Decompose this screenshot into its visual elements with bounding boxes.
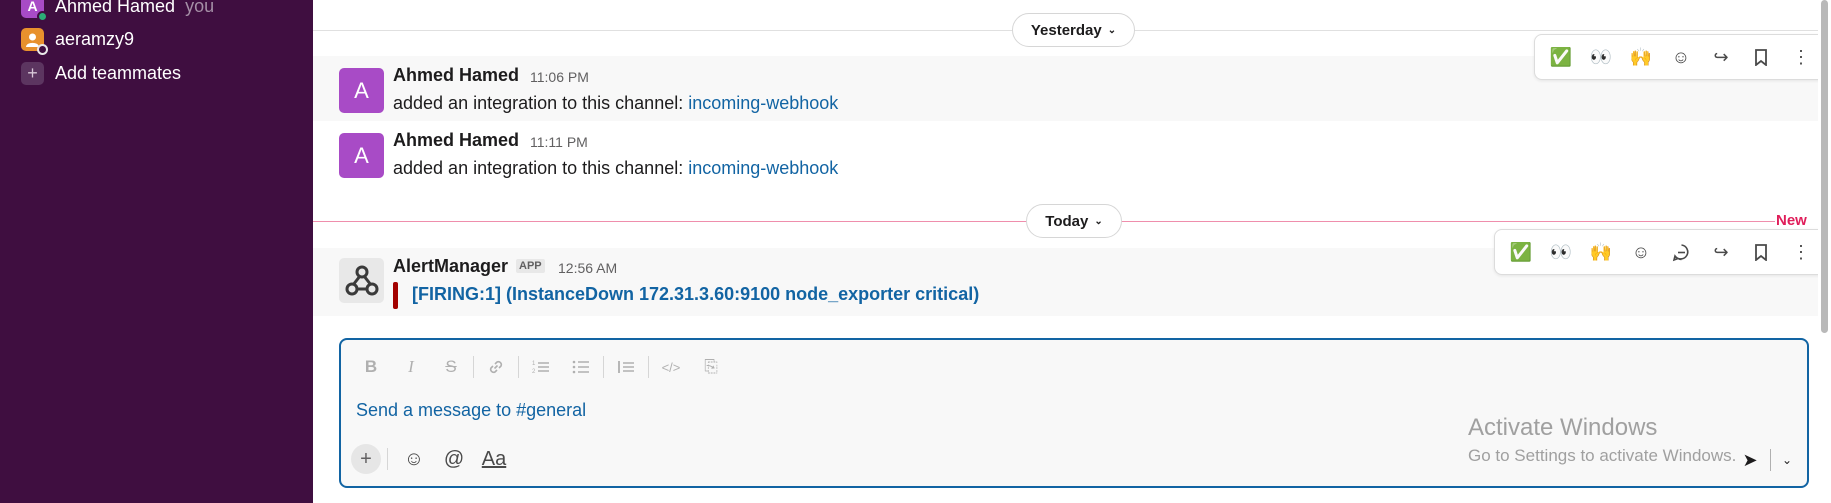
message-item[interactable]: AlertManager APP 12:56 AM [FIRING:1] (In… (313, 229, 1828, 316)
bookmark-icon[interactable] (1741, 234, 1781, 270)
svg-text:1: 1 (532, 361, 536, 367)
message-input[interactable] (356, 400, 1256, 421)
reply-in-thread-icon[interactable] (1661, 234, 1701, 270)
italic-icon[interactable]: I (391, 352, 431, 382)
member-name: aeramzy9 (55, 28, 135, 49)
blockquote-icon[interactable] (606, 352, 646, 382)
chevron-down-icon: ⌄ (1107, 24, 1117, 36)
message-text: added an integration to this channel: in… (393, 158, 838, 179)
avatar-initial: A (27, 0, 38, 14)
date-label: Yesterday (1030, 21, 1102, 39)
more-actions-icon[interactable]: ⋮ (1781, 39, 1821, 75)
avatar: A (21, 0, 48, 22)
away-status-icon (37, 43, 48, 55)
sidebar: A Ahmed Hamed you aeramzy9 + Add teammat… (0, 0, 313, 503)
plus-icon: + (21, 61, 44, 85)
composer-actions: + ☺ @ Aa (351, 442, 514, 476)
add-reaction-icon[interactable]: ☺ (1661, 39, 1701, 75)
bookmark-glyph (1755, 243, 1767, 261)
alert-color-bar (393, 282, 398, 309)
message-body: added an integration to this channel: (393, 93, 689, 113)
bookmark-glyph (1755, 48, 1767, 66)
forward-icon[interactable]: ↪ (1701, 234, 1741, 270)
message-author[interactable]: Ahmed Hamed (393, 65, 519, 86)
mention-icon[interactable]: @ (434, 444, 474, 474)
new-messages-label: New (1776, 212, 1807, 229)
thread-glyph (1672, 243, 1688, 261)
add-teammates-button[interactable]: + Add teammates (21, 59, 181, 87)
toolbar-divider (603, 356, 604, 378)
message-timestamp[interactable]: 12:56 AM (558, 260, 617, 276)
send-controls: ➤ ⌄ (1734, 446, 1799, 474)
avatar[interactable]: A (339, 133, 384, 178)
online-status-icon (37, 10, 48, 22)
app-badge: APP (516, 259, 545, 273)
bulleted-list-glyph (572, 360, 589, 374)
message-item[interactable]: A Ahmed Hamed 11:11 PM added an integrat… (313, 121, 1818, 186)
blockquote-glyph (618, 361, 634, 373)
integration-link[interactable]: incoming-webhook (688, 158, 838, 178)
composer-divider (387, 448, 388, 470)
message-item[interactable]: A Ahmed Hamed 11:06 PM added an integrat… (313, 34, 1828, 121)
formatting-toolbar: B I S 12 </> ⎘ (351, 352, 731, 382)
svg-text:2: 2 (532, 369, 536, 375)
ordered-list-icon[interactable]: 12 (521, 352, 561, 382)
add-reaction-icon[interactable]: ☺ (1621, 234, 1661, 270)
message-author[interactable]: AlertManager (393, 256, 508, 277)
message-scrollbar[interactable] (1818, 0, 1831, 503)
avatar[interactable]: A (339, 68, 384, 113)
scrollbar-thumb[interactable] (1821, 0, 1828, 333)
webhook-icon (345, 265, 378, 295)
eyes-reaction-icon[interactable]: 👀 (1541, 234, 1581, 270)
member-name: Ahmed Hamed (55, 0, 176, 16)
message-text: added an integration to this channel: in… (393, 93, 838, 114)
raised-hands-reaction-icon[interactable]: 🙌 (1621, 39, 1661, 75)
user-icon (26, 33, 39, 47)
send-options-chevron-icon[interactable]: ⌄ (1775, 446, 1799, 474)
raised-hands-reaction-icon[interactable]: 🙌 (1581, 234, 1621, 270)
message-timestamp[interactable]: 11:06 PM (530, 69, 589, 85)
toolbar-divider (648, 356, 649, 378)
code-block-icon[interactable]: ⎘ (691, 352, 731, 382)
toolbar-divider (473, 356, 474, 378)
message-author[interactable]: Ahmed Hamed (393, 130, 519, 151)
you-label: you (185, 0, 215, 16)
more-actions-icon[interactable]: ⋮ (1781, 234, 1821, 270)
date-divider-yesterday[interactable]: Yesterday ⌄ (1012, 13, 1135, 47)
message-actions-toolbar: ✅ 👀 🙌 ☺ ↪ ⋮ (1534, 34, 1828, 80)
code-icon[interactable]: </> (651, 352, 691, 382)
bulleted-list-icon[interactable] (561, 352, 601, 382)
ordered-list-glyph: 12 (532, 361, 549, 375)
date-divider-today[interactable]: Today ⌄ (1026, 204, 1122, 238)
forward-icon[interactable]: ↪ (1701, 39, 1741, 75)
sidebar-member-aeramzy9[interactable]: aeramzy9 (21, 25, 135, 55)
bookmark-icon[interactable] (1741, 39, 1781, 75)
add-teammates-label: Add teammates (55, 62, 182, 83)
alert-title-link[interactable]: [FIRING:1] (InstanceDown 172.31.3.60:910… (412, 284, 979, 305)
check-reaction-icon[interactable]: ✅ (1541, 39, 1581, 75)
send-divider (1770, 449, 1771, 471)
send-icon[interactable]: ➤ (1734, 446, 1766, 474)
integration-link[interactable]: incoming-webhook (688, 93, 838, 113)
avatar (21, 27, 48, 55)
text-format-icon[interactable]: Aa (474, 444, 514, 474)
chevron-down-icon: ⌄ (1094, 215, 1103, 227)
check-reaction-icon[interactable]: ✅ (1501, 234, 1541, 270)
bold-icon[interactable]: B (351, 352, 391, 382)
link-glyph (489, 360, 503, 374)
link-icon[interactable] (476, 352, 516, 382)
attach-plus-button[interactable]: + (351, 444, 381, 474)
strikethrough-icon[interactable]: S (431, 352, 471, 382)
emoji-icon[interactable]: ☺ (394, 444, 434, 474)
eyes-reaction-icon[interactable]: 👀 (1581, 39, 1621, 75)
alertmanager-avatar[interactable] (339, 258, 384, 303)
date-label: Today (1045, 212, 1089, 230)
message-body: added an integration to this channel: (393, 158, 689, 178)
toolbar-divider (518, 356, 519, 378)
sidebar-member-ahmed[interactable]: A Ahmed Hamed you (21, 0, 215, 22)
message-timestamp[interactable]: 11:11 PM (530, 134, 588, 150)
message-composer: B I S 12 </> ⎘ + ☺ @ Aa ➤ ⌄ (339, 338, 1809, 488)
message-actions-toolbar: ✅ 👀 🙌 ☺ ↪ ⋮ (1494, 229, 1828, 275)
